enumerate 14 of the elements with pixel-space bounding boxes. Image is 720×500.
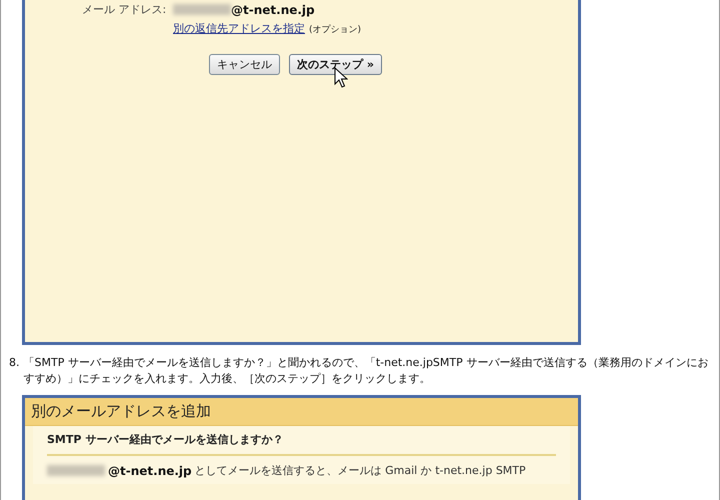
next-step-button[interactable]: 次のステップ » <box>289 54 382 75</box>
email-domain: @t-net.ne.jp <box>108 464 192 478</box>
cancel-button[interactable]: キャンセル <box>209 54 280 75</box>
step-number: 8. <box>9 355 20 371</box>
option-note: (オプション) <box>309 23 362 36</box>
blurred-text <box>47 465 105 476</box>
step-instruction: 「SMTP サーバー経由でメールを送信しますか？」と聞かれるので、「t-net.ne.jpSMTP サーバー経由で送信する（業務用のドメインにおすすめ）」にチェックを入れます。入力後、［次のステップ］をクリックします。 <box>24 355 710 387</box>
dialog-question: SMTP サーバー経由でメールを送信しますか？ <box>47 432 556 456</box>
blurred-text <box>173 4 231 15</box>
dialog-body-text: としてメールを送信すると、メールは Gmail か t-net.ne.jp SMTP <box>194 463 526 478</box>
email-label: メール アドレス: <box>82 2 168 17</box>
reply-address-link[interactable]: 別の返信先アドレスを指定 <box>173 21 305 36</box>
dialog-title: 別のメールアドレスを追加 <box>25 398 578 426</box>
email-domain: @t-net.ne.jp <box>231 2 315 16</box>
